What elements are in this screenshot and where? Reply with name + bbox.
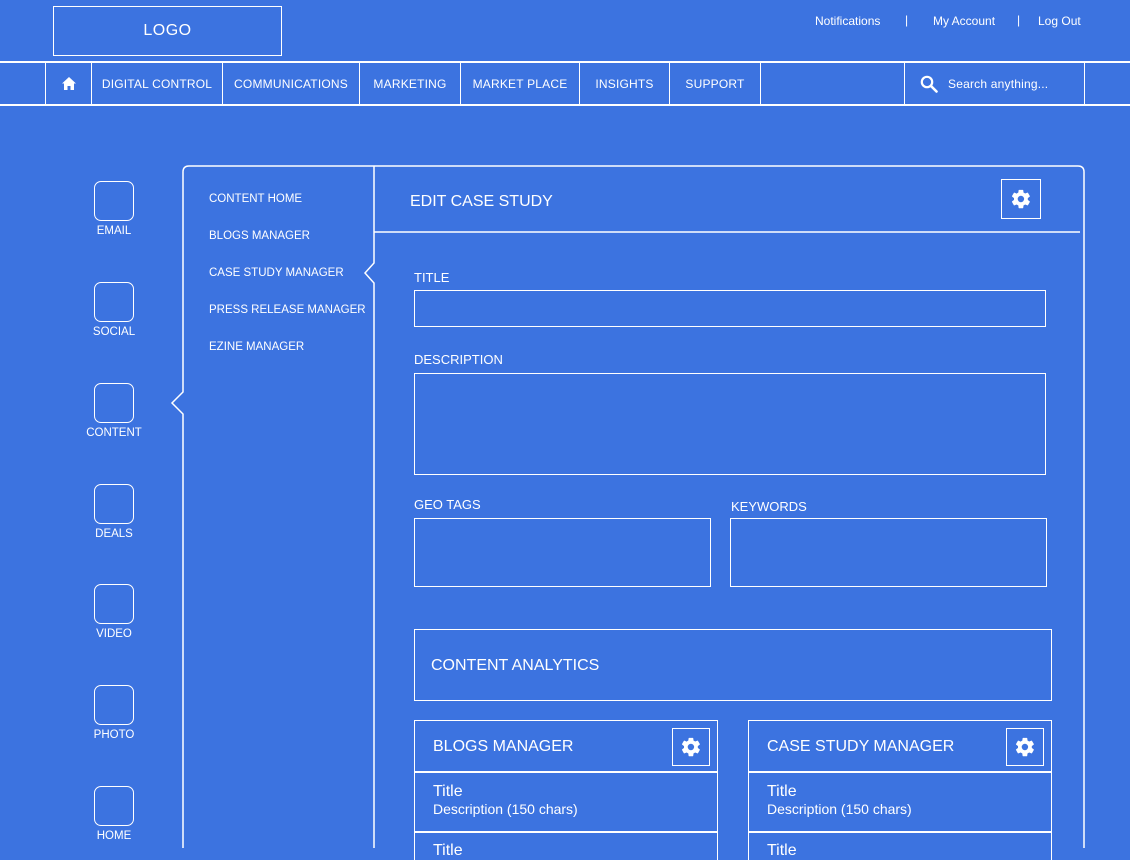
submenu-blogs-manager[interactable]: BLOGS MANAGER	[209, 230, 310, 242]
submenu-case-study-manager[interactable]: CASE STUDY MANAGER	[209, 267, 344, 279]
blogs-manager-title: BLOGS MANAGER	[433, 738, 574, 755]
title-input[interactable]	[414, 290, 1046, 327]
widget-divider	[748, 771, 1052, 773]
title-label: TITLE	[414, 270, 450, 285]
list-item-title[interactable]: Title	[433, 783, 463, 801]
keywords-input[interactable]	[730, 518, 1047, 587]
list-item-description: Description (150 chars)	[767, 801, 912, 817]
keywords-label: KEYWORDS	[731, 499, 807, 514]
content-analytics-panel[interactable]: CONTENT ANALYTICS	[414, 629, 1052, 701]
widget-divider	[748, 831, 1052, 833]
description-textarea[interactable]	[414, 373, 1046, 475]
submenu-press-release-manager[interactable]: PRESS RELEASE MANAGER	[209, 304, 366, 316]
geo-tags-label: GEO TAGS	[414, 497, 481, 512]
case-study-settings-button[interactable]	[1006, 728, 1044, 766]
list-item-description: Description (150 chars)	[433, 801, 578, 817]
gear-icon	[1011, 189, 1030, 209]
widget-divider	[414, 831, 718, 833]
submenu-content-home[interactable]: CONTENT HOME	[209, 193, 302, 205]
widget-divider	[414, 771, 718, 773]
content-analytics-title: CONTENT ANALYTICS	[431, 657, 600, 674]
gear-icon	[681, 737, 700, 757]
gear-icon	[1015, 737, 1034, 757]
list-item-title[interactable]: Title	[433, 842, 463, 860]
editor-title: EDIT CASE STUDY	[410, 193, 553, 210]
case-study-manager-title: CASE STUDY MANAGER	[767, 738, 955, 755]
list-item-title[interactable]: Title	[767, 783, 797, 801]
editor-settings-button[interactable]	[1001, 179, 1041, 219]
list-item-title[interactable]: Title	[767, 842, 797, 860]
blogs-settings-button[interactable]	[672, 728, 710, 766]
submenu-ezine-manager[interactable]: EZINE MANAGER	[209, 341, 304, 353]
description-label: DESCRIPTION	[414, 352, 503, 367]
geo-tags-input[interactable]	[414, 518, 711, 587]
